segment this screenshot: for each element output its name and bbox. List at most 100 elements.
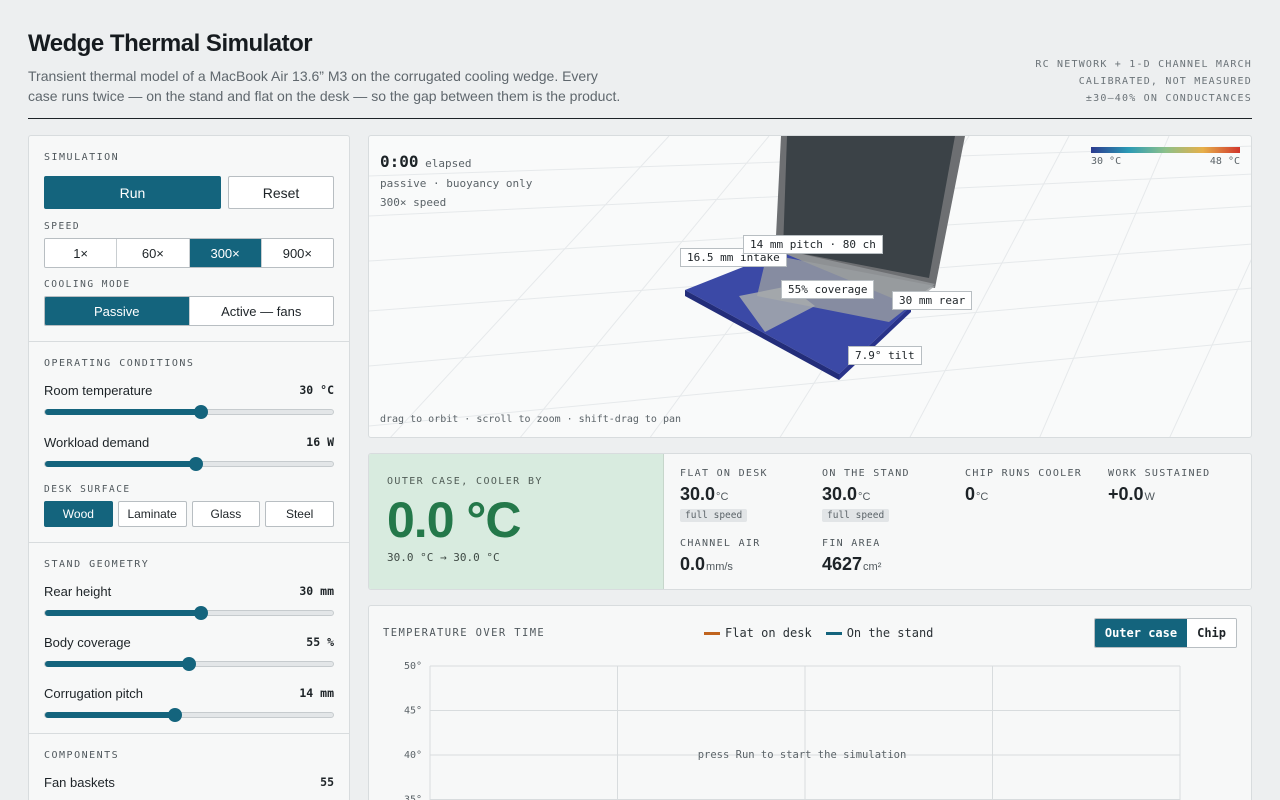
corrugation-pitch-slider: Corrugation pitch 14 mm xyxy=(44,686,334,722)
status-badge: full speed xyxy=(822,509,890,522)
slider-value: 30 mm xyxy=(299,584,334,598)
cooling-mode-label: COOLING MODE xyxy=(44,279,131,290)
speed-option-900x[interactable]: 900× xyxy=(260,239,333,267)
components-first-item: Fan baskets 55 xyxy=(44,775,334,790)
metric-flat-on-desk: FLAT ON DESK 30.0°C full speed xyxy=(680,468,768,523)
room-temperature-slider: Room temperature 30 °C xyxy=(44,383,334,419)
metric-unit: °C xyxy=(976,491,989,503)
desk-surface-selector: Wood Laminate Glass Steel xyxy=(44,501,334,527)
scale-min-label: 30 °C xyxy=(1091,156,1122,167)
metric-value: 4627 xyxy=(822,554,863,574)
temperature-chart: 50° 45° 40° 35° press Run to start the simul… xyxy=(404,661,1181,800)
pitch-tag: 14 mm pitch · 80 ch xyxy=(743,235,883,254)
reset-button[interactable]: Reset xyxy=(228,176,334,209)
slider-label: Fan baskets xyxy=(44,775,115,790)
slider-thumb[interactable] xyxy=(189,457,204,471)
metric-value: 0.0 xyxy=(680,554,706,574)
cooling-option-passive[interactable]: Passive xyxy=(45,297,189,325)
slider-label: Workload demand xyxy=(44,435,150,450)
speed-selector: 1× 60× 300× 900× xyxy=(44,238,334,268)
slider-thumb[interactable] xyxy=(193,606,208,620)
slider-value: 55 % xyxy=(306,635,334,649)
slider-label: Body coverage xyxy=(44,635,131,650)
rear-height-tag: 30 mm rear xyxy=(892,291,973,310)
metric-value: 30.0 xyxy=(822,484,858,504)
view-hint: drag to orbit · scroll to zoom · shift-d… xyxy=(380,414,682,425)
slider-label: Corrugation pitch xyxy=(44,686,143,701)
tilt-tag: 7.9° tilt xyxy=(848,346,922,365)
slider-value: 55 xyxy=(320,775,334,789)
metric-label: CHANNEL AIR xyxy=(680,538,761,549)
metric-unit: mm/s xyxy=(706,561,733,573)
slider-track[interactable] xyxy=(44,405,334,419)
temperature-scale: 30 °C 48 °C xyxy=(1091,147,1240,167)
metric-unit: cm² xyxy=(863,561,882,573)
simulation-section: SIMULATION Run Reset SPEED 1× 60× 300× 9… xyxy=(29,136,349,342)
metric-label: WORK SUSTAINED xyxy=(1108,468,1211,479)
results-panel: OUTER CASE, COOLER BY 0.0 °C 30.0 °C → 3… xyxy=(368,453,1252,590)
metric-value: 0 xyxy=(965,484,976,504)
surface-option-steel[interactable]: Steel xyxy=(265,501,334,527)
workload-demand-slider: Workload demand 16 W xyxy=(44,435,334,471)
mode-line: passive · buoyancy only xyxy=(380,177,533,190)
desk-surface-label: DESK SURFACE xyxy=(44,484,131,495)
speed-option-300x[interactable]: 300× xyxy=(188,239,261,267)
components-section: COMPONENTS Fan baskets 55 xyxy=(29,734,349,800)
slider-thumb[interactable] xyxy=(193,405,208,419)
surface-option-glass[interactable]: Glass xyxy=(191,501,261,527)
surface-option-wood[interactable]: Wood xyxy=(44,501,113,527)
slider-value: 14 mm xyxy=(299,686,334,700)
cooler-range: 30.0 °C → 30.0 °C xyxy=(387,551,500,564)
page-title: Wedge Thermal Simulator xyxy=(28,30,313,57)
slider-track[interactable] xyxy=(44,606,334,620)
model-note: RC NETWORK + 1-D CHANNEL MARCH xyxy=(1035,59,1252,70)
slider-track[interactable] xyxy=(44,708,334,722)
temperature-gradient-bar xyxy=(1091,147,1240,153)
cooler-by-card: OUTER CASE, COOLER BY 0.0 °C 30.0 °C → 3… xyxy=(369,454,664,589)
model-note: CALIBRATED, NOT MEASURED xyxy=(1078,76,1252,87)
y-tick-label: 40° xyxy=(404,750,422,761)
slider-track[interactable] xyxy=(44,657,334,671)
metric-value: 30.0 xyxy=(680,484,716,504)
metric-channel-air: CHANNEL AIR 0.0mm/s xyxy=(680,538,761,575)
operating-conditions-section: OPERATING CONDITIONS Room temperature 30 … xyxy=(29,342,349,543)
section-title: STAND GEOMETRY xyxy=(44,559,150,570)
elapsed-time: 0:00 xyxy=(380,152,419,171)
cooler-label: OUTER CASE, COOLER BY xyxy=(387,476,543,487)
section-title: SIMULATION xyxy=(44,152,120,163)
speed-option-60x[interactable]: 60× xyxy=(116,239,189,267)
metric-work-sustained: WORK SUSTAINED +0.0W xyxy=(1108,468,1211,505)
stand-3d-viewport[interactable]: 0:00 elapsed passive · buoyancy only 300… xyxy=(368,135,1252,438)
slider-thumb[interactable] xyxy=(182,657,196,671)
metric-label: ON THE STAND xyxy=(822,468,910,479)
run-button[interactable]: Run xyxy=(44,176,221,209)
metric-unit: °C xyxy=(858,491,871,503)
surface-option-laminate[interactable]: Laminate xyxy=(117,501,187,527)
cooling-option-active[interactable]: Active — fans xyxy=(188,297,333,325)
metric-unit: °C xyxy=(716,491,729,503)
slider-track[interactable] xyxy=(44,457,334,471)
slider-thumb[interactable] xyxy=(167,708,182,722)
slider-value: 16 W xyxy=(306,435,334,449)
metric-on-the-stand: ON THE STAND 30.0°C full speed xyxy=(822,468,910,523)
slider-label: Rear height xyxy=(44,584,112,599)
coverage-tag: 55% coverage xyxy=(781,280,875,299)
page-header: Wedge Thermal Simulator Transient therma… xyxy=(28,30,1252,119)
cooler-value: 0.0 °C xyxy=(387,492,522,548)
elapsed-label: elapsed xyxy=(425,157,472,170)
section-title: COMPONENTS xyxy=(44,750,120,761)
metric-chip-runs-cooler: CHIP RUNS COOLER 0°C xyxy=(965,468,1082,505)
empty-chart-message: press Run to start the simulation xyxy=(698,749,907,761)
scale-max-label: 48 °C xyxy=(1209,156,1240,167)
speed-line: 300× speed xyxy=(380,196,447,209)
control-panel: SIMULATION Run Reset SPEED 1× 60× 300× 9… xyxy=(28,135,350,800)
slider-label: Room temperature xyxy=(44,383,153,398)
speed-option-1x[interactable]: 1× xyxy=(45,239,117,267)
metric-value: +0.0 xyxy=(1108,484,1144,504)
model-notes: RC NETWORK + 1-D CHANNEL MARCH CALIBRATE… xyxy=(1035,56,1252,107)
y-tick-label: 35° xyxy=(404,795,422,800)
metric-label: FLAT ON DESK xyxy=(680,468,768,479)
y-tick-label: 45° xyxy=(404,706,422,717)
speed-label: SPEED xyxy=(44,221,81,232)
slider-value: 30 °C xyxy=(299,383,334,397)
